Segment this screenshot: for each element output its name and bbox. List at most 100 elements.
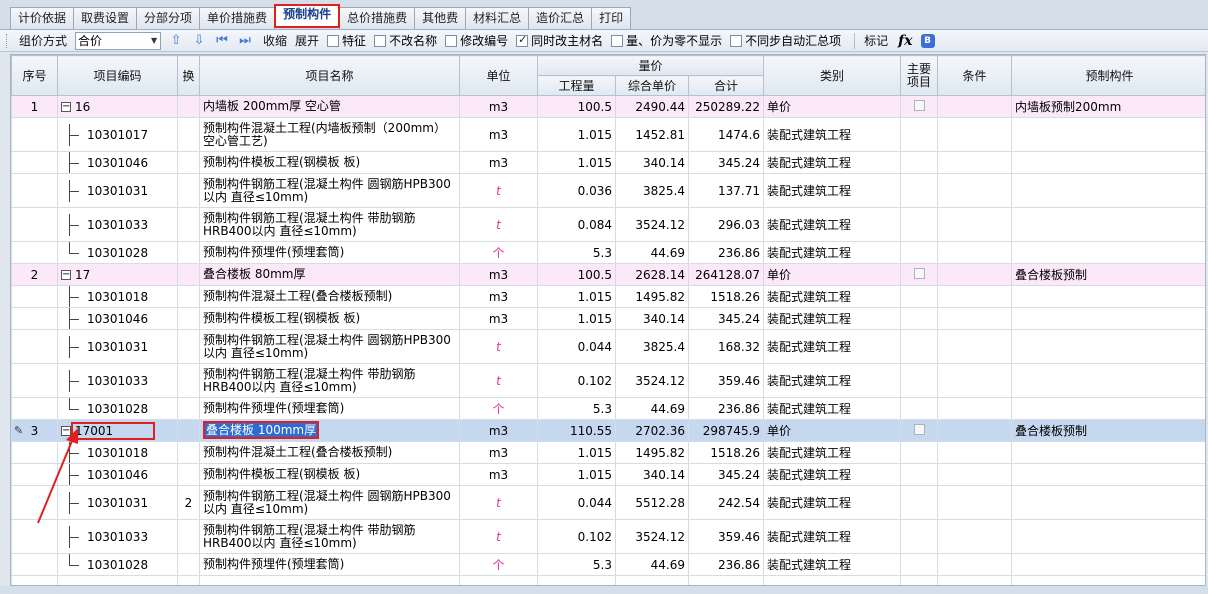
tab-9[interactable]: 打印 [591,7,632,29]
row-total[interactable]: 137.71 [687,173,765,208]
row-swap[interactable] [177,419,200,442]
row-name[interactable]: 预制构件钢筋工程(混凝土构件 带肋钢筋HRB400以内 直径≤10mm) [199,363,460,398]
row-unit-price[interactable]: 340.14 [615,151,689,174]
row-category[interactable]: 单价 [763,95,902,118]
row-component[interactable] [1011,285,1205,308]
row-main-item[interactable] [900,173,939,208]
sub-item-row[interactable]: 10301028 预制构件预埋件(预埋套筒) 个 5.3 44.69 236.86 装配式建… [11,241,1205,264]
row-qty[interactable]: 1.015 [537,151,616,174]
row-name[interactable]: 预制构件钢筋工程(混凝土构件 圆钢筋HPB300以内 直径≤10mm) [199,329,460,364]
checkbox[interactable] [374,34,387,47]
row-unit-price[interactable]: 340.14 [615,463,689,486]
row-unit-price[interactable]: 3524.12 [615,207,689,242]
row-component[interactable] [1011,173,1205,208]
row-qty[interactable]: 1.015 [537,441,616,464]
main-item-checkbox[interactable] [913,423,925,435]
row-seq[interactable]: 2 [11,263,58,286]
header-code[interactable]: 项目编码 [57,55,178,96]
row-total[interactable]: 298745.9 [687,419,765,442]
header-seq[interactable]: 序号 [11,55,58,96]
row-unit[interactable]: t [459,519,538,554]
row-unit-price[interactable]: 2702.36 [615,419,689,442]
row-qty[interactable]: 5.3 [537,397,616,420]
row-name[interactable]: 预制构件混凝土工程(叠合楼板预制) [199,285,460,308]
option-5[interactable]: 不同步自动汇总项 [730,32,841,49]
checkbox[interactable] [445,34,458,47]
row-seq[interactable] [11,307,58,330]
item-row[interactable]: ✎ 3−17001 叠合楼板 100mm厚 m3 110.55 2702.36 298745… [11,419,1205,442]
row-qty[interactable]: 0.102 [537,363,616,398]
row-total[interactable]: 345.24 [687,463,765,486]
row-name[interactable]: 预制构件钢筋工程(混凝土构件 圆钢筋HPB300以内 直径≤10mm) [199,485,460,520]
row-unit-price[interactable]: 1495.82 [615,285,689,308]
row-main-item[interactable] [900,363,939,398]
row-component[interactable] [1011,117,1205,152]
row-condition[interactable] [937,397,1013,420]
header-component[interactable]: 预制构件 [1011,55,1205,96]
row-swap[interactable] [177,463,200,486]
row-seq[interactable] [11,151,58,174]
row-main-item[interactable] [900,463,939,486]
row-unit-price[interactable]: 2490.44 [615,95,689,118]
collapse-toggle-icon[interactable]: − [61,426,71,436]
row-main-item[interactable] [900,397,939,420]
row-total[interactable]: 1474.6 [687,117,765,152]
row-seq[interactable] [11,397,58,420]
row-component[interactable]: 叠合楼板预制 [1011,419,1205,442]
checkbox[interactable] [327,34,340,47]
row-code[interactable]: 10301031 [57,173,178,208]
header-category[interactable]: 类别 [763,55,902,96]
row-category[interactable]: 装配式建筑工程 [763,173,902,208]
row-condition[interactable] [937,485,1013,520]
collapse-button[interactable]: 收缩 [263,32,287,49]
checkbox[interactable] [730,34,743,47]
row-unit[interactable]: m3 [459,263,538,286]
fx-icon[interactable]: fx [898,33,912,49]
row-name[interactable]: 内墙板 200mm厚 空心管 [199,95,460,118]
row-total[interactable]: 250289.22 [687,95,765,118]
option-1[interactable]: 不改名称 [374,32,437,49]
sub-item-row[interactable]: 10301028 预制构件预埋件(预埋套筒) 个 5.3 44.69 236.86 装配式建… [11,397,1205,420]
row-code[interactable]: 10301031 [57,485,178,520]
row-condition[interactable] [937,173,1013,208]
row-category[interactable]: 装配式建筑工程 [763,329,902,364]
row-condition[interactable] [937,329,1013,364]
row-unit[interactable]: m3 [459,95,538,118]
checkbox[interactable] [611,34,624,47]
row-seq[interactable] [11,441,58,464]
row-seq[interactable]: 1 [11,95,58,118]
row-category[interactable]: 装配式建筑工程 [763,207,902,242]
row-total[interactable]: 236.86 [687,241,765,264]
row-name[interactable]: 预制构件混凝土工程(叠合楼板预制) [199,441,460,464]
row-unit-price[interactable]: 44.69 [615,241,689,264]
row-unit[interactable]: m3 [459,419,538,442]
sub-item-row[interactable]: 10301033 预制构件钢筋工程(混凝土构件 带肋钢筋HRB400以内 直径≤1… [11,519,1205,554]
row-main-item[interactable] [900,263,939,286]
row-main-item[interactable] [900,207,939,242]
row-total[interactable]: 345.24 [687,151,765,174]
row-condition[interactable] [937,463,1013,486]
row-total[interactable]: 345.24 [687,307,765,330]
row-code[interactable]: 10301018 [57,441,178,464]
sub-item-row[interactable]: 10301046 预制构件模板工程(钢模板 板) m3 1.015 340.14 345.… [11,307,1205,330]
row-code[interactable]: 10301046 [57,463,178,486]
row-total[interactable]: 264128.07 [687,263,765,286]
row-category[interactable]: 装配式建筑工程 [763,117,902,152]
option-0[interactable]: 特征 [327,32,366,49]
row-main-item[interactable] [900,241,939,264]
header-total[interactable]: 合计 [687,75,765,96]
row-condition[interactable] [937,519,1013,554]
row-name[interactable]: 叠合楼板 100mm厚 [199,419,460,442]
row-code[interactable]: 10301033 [57,519,178,554]
row-component[interactable]: 内墙板预制200mm [1011,95,1205,118]
row-unit[interactable]: t [459,485,538,520]
last-icon[interactable]: ⏭ [236,32,254,50]
row-name[interactable]: 预制构件混凝土工程(内墙板预制（200mm）空心管工艺) [199,117,460,152]
row-unit-price[interactable]: 44.69 [615,397,689,420]
mark-button[interactable]: 标记 [864,32,888,49]
row-component[interactable] [1011,485,1205,520]
row-name[interactable]: 预制构件模板工程(钢模板 板) [199,151,460,174]
row-swap[interactable] [177,241,200,264]
row-swap[interactable] [177,519,200,554]
row-name[interactable]: 预制构件钢筋工程(混凝土构件 带肋钢筋HRB400以内 直径≤10mm) [199,519,460,554]
